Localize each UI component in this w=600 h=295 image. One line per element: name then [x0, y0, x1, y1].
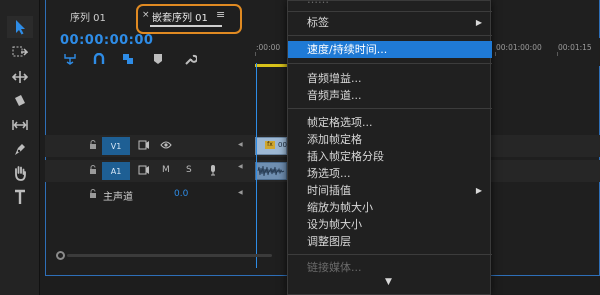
menu-item-text: 帧定格选项... [307, 116, 373, 129]
fx-badge: fx [265, 141, 275, 149]
razor-tool-icon[interactable] [7, 90, 33, 112]
menu-item-text: 场选项... [307, 167, 351, 180]
wrench-icon[interactable] [184, 52, 197, 66]
tab-sequence-01[interactable]: 序列 01 [70, 9, 106, 24]
submenu-arrow-icon: ▶ [475, 186, 482, 195]
slip-tool-icon[interactable] [7, 114, 33, 136]
menu-item-text: 插入帧定格分段 [307, 150, 384, 163]
panel-menu-icon[interactable]: ≡ [216, 8, 225, 21]
menu-separator [288, 11, 492, 12]
menu-item-text: 调整图层 [307, 235, 351, 248]
menu-item-cut-off: …… [307, 0, 329, 6]
ruler-tick [557, 52, 558, 56]
track-target-v1[interactable]: V1 [102, 137, 130, 155]
menu-item-text: 链接媒体... [307, 261, 362, 274]
menu-item-set-to-frame-size[interactable]: 设为帧大小 [288, 216, 492, 233]
menu-item-link-media: 链接媒体... [288, 259, 492, 276]
playhead-timecode[interactable]: 00:00:00:00 [60, 33, 153, 48]
track-expand-icon[interactable]: ◀ [238, 141, 243, 148]
menu-item-adjustment-layer[interactable]: 调整图层 [288, 233, 492, 250]
menu-scroll-down-icon[interactable]: ▼ [385, 277, 392, 287]
track-select-tool-icon[interactable] [7, 42, 33, 64]
hand-tool-icon[interactable] [7, 162, 33, 184]
linked-selection-icon[interactable] [122, 52, 134, 66]
snap-icon[interactable] [93, 52, 105, 66]
type-tool-icon[interactable] [7, 186, 33, 208]
menu-item-audio-channels[interactable]: 音频声道... [288, 87, 492, 104]
menu-item-text: 音频增益... [307, 72, 362, 85]
ruler-label-1min: 00:01:00:00 [496, 43, 542, 52]
audio-clip[interactable] [255, 162, 287, 180]
clip-label: 00 [278, 141, 287, 149]
lock-icon[interactable] [89, 189, 97, 202]
menu-item-audio-gain[interactable]: 音频增益... [288, 70, 492, 87]
menu-item-frame-hold-options[interactable]: 帧定格选项... [288, 114, 492, 131]
track-expand-icon[interactable]: ◀ [238, 189, 243, 196]
video-clip[interactable]: fx 00 [255, 137, 287, 155]
ripple-edit-tool-icon[interactable] [7, 66, 33, 88]
close-tab-icon[interactable]: × [142, 10, 150, 20]
ruler-label-start: :00:00 [256, 43, 281, 52]
selection-tool-icon[interactable] [7, 16, 33, 38]
menu-item-field-options[interactable]: 场选项... [288, 165, 492, 182]
playhead-line[interactable] [256, 63, 257, 268]
lock-icon[interactable] [89, 165, 97, 178]
menu-item-text: 添加帧定格 [307, 133, 362, 146]
nest-toggle-icon[interactable] [63, 52, 77, 66]
eye-icon[interactable] [160, 140, 172, 153]
menu-item-text: 缩放为帧大小 [307, 201, 373, 214]
a1-track-header: A1 M S ◀ [45, 160, 255, 182]
menu-item-scale-to-frame-size[interactable]: 缩放为帧大小 [288, 199, 492, 216]
menu-item-add-frame-hold[interactable]: 添加帧定格 [288, 131, 492, 148]
menu-separator [288, 63, 492, 64]
scroll-track[interactable] [67, 254, 272, 257]
timeline-zoom-scrollbar[interactable] [45, 247, 285, 267]
scroll-handle[interactable] [56, 251, 65, 260]
tab-nested-sequence-01[interactable]: 嵌套序列 01 [152, 9, 208, 24]
timeline-tabs: 序列 01 × 嵌套序列 01 ≡ [45, 0, 295, 34]
menu-item-text: 音频声道... [307, 89, 362, 102]
pen-tool-icon[interactable] [7, 138, 33, 160]
audio-waveform [257, 165, 285, 177]
solo-button[interactable]: S [186, 165, 192, 175]
menu-item-time-interpolation[interactable]: 时间插值 ▶ [288, 182, 492, 199]
tools-panel [0, 0, 40, 295]
menu-separator [288, 254, 492, 255]
submenu-arrow-icon: ▶ [475, 18, 482, 27]
ruler-label-1min15: 00:01:15 [558, 43, 592, 52]
mute-button[interactable]: M [162, 165, 170, 175]
microphone-icon[interactable] [209, 164, 217, 179]
ruler-tick [495, 52, 496, 56]
lock-icon[interactable] [89, 140, 97, 153]
master-volume-value[interactable]: 0.0 [174, 189, 188, 199]
menu-separator [288, 35, 492, 36]
track-target-a1[interactable]: A1 [102, 162, 130, 180]
menu-item-insert-frame-hold-segment[interactable]: 插入帧定格分段 [288, 148, 492, 165]
sync-lock-icon[interactable] [138, 140, 150, 153]
active-tab-underline [150, 25, 222, 27]
menu-item-speed-duration[interactable]: 速度/持续时间... [288, 41, 492, 58]
track-expand-icon[interactable]: ◀ [238, 163, 243, 170]
menu-item-text: 速度/持续时间... [307, 43, 388, 56]
master-track-label: 主声道 [103, 192, 133, 203]
work-area-bar[interactable] [255, 64, 288, 67]
context-menu: …… 标签 ▶ 速度/持续时间... 音频增益... 音频声道... 帧定格选项… [287, 0, 492, 295]
add-marker-icon[interactable] [153, 52, 163, 66]
menu-item-text: 标签 [307, 16, 329, 29]
menu-item-text: 设为帧大小 [307, 218, 362, 231]
sync-lock-icon[interactable] [138, 165, 150, 178]
v1-track-header: V1 [45, 135, 255, 157]
menu-separator [288, 108, 492, 109]
ruler-tick [255, 52, 256, 56]
menu-item-label[interactable]: 标签 ▶ [288, 14, 492, 31]
menu-item-text: 时间插值 [307, 184, 351, 197]
